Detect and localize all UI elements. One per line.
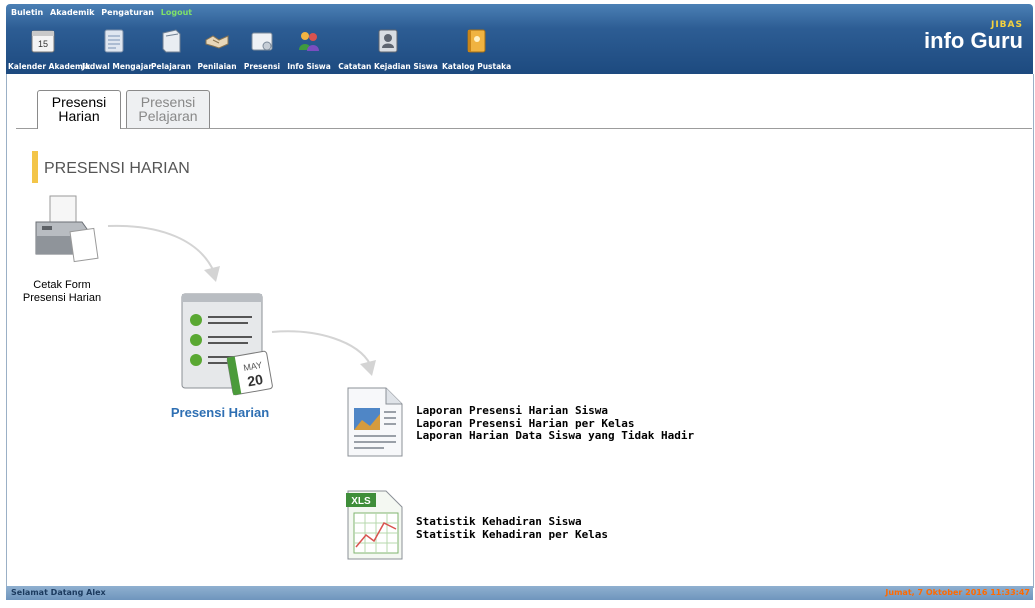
tab-label-line2: Harian [58, 108, 100, 124]
status-bar: Selamat Datang Alex Jumat, 7 Oktober 201… [6, 586, 1033, 600]
frame-border-left [6, 74, 7, 588]
nav-label: Kalender Akademik [8, 62, 91, 71]
section-title: PRESENSI HARIAN [44, 160, 190, 177]
contact-book-icon [378, 29, 398, 53]
book-icon [162, 29, 181, 53]
tab-presensi-pelajaran[interactable]: Presensi Pelajaran [126, 90, 210, 128]
welcome-text: Selamat Datang Alex [11, 588, 106, 597]
students-icon [299, 32, 319, 51]
tab-divider [16, 128, 1032, 129]
nav-katalog-pustaka[interactable]: Katalog Pustaka [442, 24, 512, 72]
nav-label: Presensi [243, 62, 281, 71]
print-form-line2: Presensi Harian [22, 292, 102, 304]
brand-logo: JIBAS info Guru [924, 20, 1023, 52]
tab-label-line1: Presensi [140, 94, 196, 110]
nav-jadwal-mengajar[interactable]: Jadwal Mengajar [82, 24, 153, 72]
tab-label-line1: Presensi [51, 94, 107, 110]
menu-akademik[interactable]: Akademik [50, 8, 94, 17]
print-form-line1: Cetak Form [33, 279, 91, 291]
brand-title: info Guru [924, 28, 1023, 53]
top-menu: Buletin Akademik Pengaturan Logout [11, 8, 196, 17]
statistic-link-siswa[interactable]: Statistik Kehadiran Siswa [416, 515, 608, 529]
badge-day: 20 [246, 371, 264, 389]
menu-pengaturan[interactable]: Pengaturan [101, 8, 154, 17]
nav-label: Catatan Kejadian Siswa [338, 62, 438, 71]
xls-chart-icon[interactable]: XLS [344, 487, 406, 563]
menu-logout[interactable]: Logout [161, 8, 192, 17]
report-link-harian-siswa[interactable]: Laporan Presensi Harian Siswa [416, 404, 694, 418]
top-header: Buletin Akademik Pengaturan Logout 15 Ka… [6, 4, 1033, 74]
calendar-icon: 15 [31, 30, 55, 53]
attendance-icon [251, 32, 273, 51]
nav-kalender-akademik[interactable]: 15 Kalender Akademik [8, 24, 91, 72]
print-form-label[interactable]: Cetak Form Presensi Harian [20, 279, 104, 305]
presensi-harian-link[interactable]: Presensi Harian [160, 405, 280, 420]
section-title-bar [32, 151, 38, 183]
menu-buletin[interactable]: Buletin [11, 8, 43, 17]
frame-border-right [1033, 74, 1034, 588]
nav-pelajaran[interactable]: Pelajaran [150, 24, 192, 72]
report-document-icon[interactable] [344, 384, 406, 460]
nav-label: Jadwal Mengajar [82, 62, 153, 71]
nav-label: Katalog Pustaka [442, 62, 512, 71]
statistic-link-kelas[interactable]: Statistik Kehadiran per Kelas [416, 528, 608, 542]
datetime-text: Jumat, 7 Oktober 2016 11:33:47 [885, 588, 1030, 597]
flow-arrow-1 [107, 224, 220, 282]
report-link-tidak-hadir[interactable]: Laporan Harian Data Siswa yang Tidak Had… [416, 429, 694, 443]
flow-arrow-2 [271, 330, 376, 376]
nav-presensi[interactable]: Presensi [242, 24, 282, 72]
attendance-checklist-icon[interactable]: MAY 20 [178, 290, 276, 400]
statistic-links: Statistik Kehadiran Siswa Statistik Keha… [416, 515, 608, 542]
handshake-icon [205, 35, 229, 49]
nav-catatan-kejadian-siswa[interactable]: Catatan Kejadian Siswa [336, 24, 440, 72]
notepad-icon [104, 29, 124, 53]
report-links: Laporan Presensi Harian Siswa Laporan Pr… [416, 404, 694, 443]
nav-info-siswa[interactable]: Info Siswa [286, 24, 332, 72]
tab-presensi-harian[interactable]: Presensi Harian [37, 90, 121, 129]
printer-icon[interactable] [28, 192, 102, 266]
nav-label: Pelajaran [151, 62, 191, 71]
calendar-day: 15 [38, 39, 48, 49]
library-book-icon [467, 29, 486, 53]
nav-penilaian[interactable]: Penilaian [196, 24, 238, 72]
nav-label: Info Siswa [287, 62, 331, 71]
xls-badge: XLS [351, 496, 371, 507]
nav-label: Penilaian [197, 62, 237, 71]
tab-label-line2: Pelajaran [138, 108, 198, 124]
